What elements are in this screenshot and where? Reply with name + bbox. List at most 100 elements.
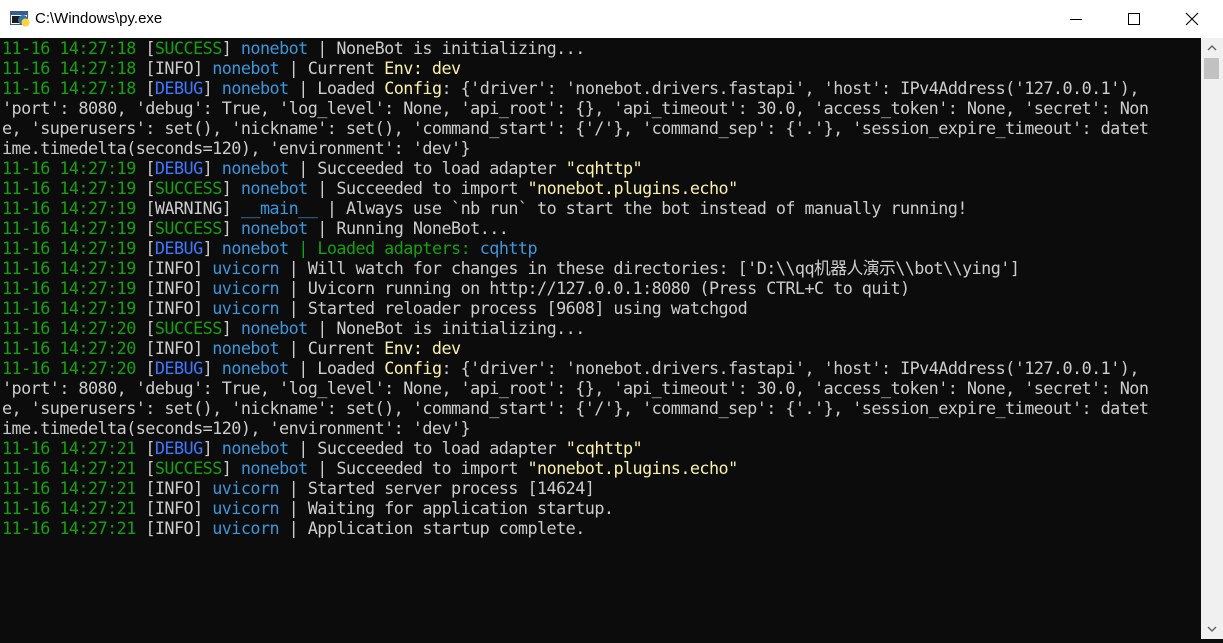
console-segment: 11-16 14:27:18 — [2, 58, 146, 78]
console-segment: DEBUG — [154, 238, 203, 258]
console-segment: SUCCESS — [154, 318, 222, 338]
console-segment: Loaded adapters: — [317, 238, 480, 258]
vertical-scrollbar[interactable] — [1201, 38, 1223, 639]
console-line: 'port': 8080, 'debug': True, 'log_level'… — [2, 98, 1200, 118]
console-segment: 11-16 14:27:21 — [2, 438, 146, 458]
console-segment: uvicorn — [212, 518, 280, 538]
console-line: 11-16 14:27:21 [INFO] uvicorn | Started … — [2, 478, 1200, 498]
console-window: C:\Windows\py.exe 11-16 14:27:18 [SUCCES… — [0, 0, 1223, 639]
console-segment: | Started reloader process [9608] using … — [279, 298, 748, 318]
close-button[interactable] — [1163, 0, 1223, 38]
console-segment: [ — [145, 178, 155, 198]
console-segment: [ — [145, 438, 155, 458]
console-segment: | Succeeded to load adapter — [288, 158, 566, 178]
console-segment: 11-16 14:27:21 — [2, 518, 146, 538]
title-bar[interactable]: C:\Windows\py.exe — [0, 0, 1223, 38]
console-segment: | Succeeded to import — [307, 178, 528, 198]
console-line: 11-16 14:27:20 [INFO] nonebot | Current … — [2, 338, 1200, 358]
minimize-button[interactable] — [1047, 0, 1105, 38]
console-segment: : {'driver': 'nonebot.drivers.fastapi', … — [441, 78, 1140, 98]
console-segment: | Current — [279, 338, 385, 358]
console-line: 11-16 14:27:19 [INFO] uvicorn | Started … — [2, 298, 1200, 318]
console-segment: | Succeeded to load adapter — [288, 438, 566, 458]
maximize-button[interactable] — [1105, 0, 1163, 38]
console-line: 11-16 14:27:19 [DEBUG] nonebot | Succeed… — [2, 158, 1200, 178]
console-segment: ] — [202, 238, 222, 258]
console-segment: | Loaded — [288, 78, 385, 98]
console-line: 11-16 14:27:19 [DEBUG] nonebot | Loaded … — [2, 238, 1200, 258]
console-segment: 11-16 14:27:18 — [2, 38, 146, 58]
console-line: 11-16 14:27:21 [INFO] uvicorn | Waiting … — [2, 498, 1200, 518]
console-segment: [ — [145, 238, 155, 258]
console-segment: SUCCESS — [154, 178, 222, 198]
console-line: e, 'superusers': set(), 'nickname': set(… — [2, 118, 1200, 138]
console-segment: nonebot — [240, 458, 308, 478]
console-segment: [ — [145, 318, 155, 338]
console-segment: [INFO] — [145, 518, 213, 538]
console-segment: | — [288, 238, 318, 258]
console-segment: "nonebot.plugins.echo" — [527, 458, 738, 478]
console-segment: 11-16 14:27:20 — [2, 318, 146, 338]
window-title: C:\Windows\py.exe — [35, 10, 163, 27]
console-segment: [INFO] — [145, 498, 213, 518]
console-segment: 11-16 14:27:18 — [2, 78, 146, 98]
console-output[interactable]: 11-16 14:27:18 [SUCCESS] nonebot | NoneB… — [2, 38, 1200, 639]
console-segment: uvicorn — [212, 298, 280, 318]
console-segment: 11-16 14:27:19 — [2, 218, 146, 238]
scroll-down-button[interactable] — [1201, 619, 1223, 639]
console-segment: DEBUG — [154, 158, 203, 178]
console-segment: 11-16 14:27:20 — [2, 338, 146, 358]
console-segment: __main__ — [240, 198, 318, 218]
console-segment: [ — [145, 358, 155, 378]
console-segment: [INFO] — [145, 278, 213, 298]
chevron-down-icon — [1207, 626, 1217, 632]
console-line: 11-16 14:27:20 [DEBUG] nonebot | Loaded … — [2, 358, 1200, 378]
console-line: 11-16 14:27:19 [WARNING] __main__ | Alwa… — [2, 198, 1200, 218]
console-segment: nonebot — [240, 218, 308, 238]
close-icon — [1185, 12, 1199, 26]
console-segment: [WARNING] — [145, 198, 241, 218]
console-segment: e, 'superusers': set(), 'nickname': set(… — [2, 398, 1149, 418]
console-segment: DEBUG — [154, 78, 203, 98]
console-segment: 11-16 14:27:19 — [2, 258, 146, 278]
console-line: 11-16 14:27:21 [INFO] uvicorn | Applicat… — [2, 518, 1200, 538]
maximize-icon — [1128, 13, 1140, 25]
console-line: 11-16 14:27:19 [INFO] uvicorn | Will wat… — [2, 258, 1200, 278]
console-segment: 11-16 14:27:19 — [2, 178, 146, 198]
console-segment: 11-16 14:27:19 — [2, 198, 146, 218]
console-line: e, 'superusers': set(), 'nickname': set(… — [2, 398, 1200, 418]
console-segment: [ — [145, 218, 155, 238]
console-segment: | Waiting for application startup. — [279, 498, 614, 518]
console-segment: | NoneBot is initializing... — [307, 318, 585, 338]
console-segment: uvicorn — [212, 478, 280, 498]
console-segment: 11-16 14:27:20 — [2, 358, 146, 378]
console-segment: [ — [145, 458, 155, 478]
console-segment: | Always use `nb run` to start the bot i… — [317, 198, 968, 218]
console-segment: uvicorn — [212, 258, 280, 278]
console-segment: 11-16 14:27:19 — [2, 158, 146, 178]
console-segment: SUCCESS — [154, 38, 222, 58]
console-segment: nonebot — [221, 358, 289, 378]
console-segment: [INFO] — [145, 338, 213, 358]
console-segment: "cqhttp" — [565, 158, 643, 178]
console-segment: 'port': 8080, 'debug': True, 'log_level'… — [2, 378, 1149, 398]
console-segment: | Succeeded to import — [307, 458, 528, 478]
scroll-up-button[interactable] — [1201, 38, 1223, 58]
console-segment: 11-16 14:27:19 — [2, 298, 146, 318]
console-line: 11-16 14:27:19 [INFO] uvicorn | Uvicorn … — [2, 278, 1200, 298]
console-segment: ] — [202, 78, 222, 98]
console-segment: | NoneBot is initializing... — [307, 38, 585, 58]
console-segment: [INFO] — [145, 298, 213, 318]
console-segment: nonebot — [240, 318, 308, 338]
console-segment: nonebot — [240, 38, 308, 58]
console-segment: nonebot — [221, 238, 289, 258]
scrollbar-thumb[interactable] — [1204, 58, 1219, 79]
console-segment: ime.timedelta(seconds=120), 'environment… — [2, 138, 471, 158]
console-segment: e, 'superusers': set(), 'nickname': set(… — [2, 118, 1149, 138]
console-segment: SUCCESS — [154, 458, 222, 478]
python-console-icon — [10, 11, 30, 27]
console-segment: | Application startup complete. — [279, 518, 586, 538]
console-segment: "nonebot.plugins.echo" — [527, 178, 738, 198]
console-segment: "cqhttp" — [565, 438, 643, 458]
console-segment: nonebot — [240, 178, 308, 198]
